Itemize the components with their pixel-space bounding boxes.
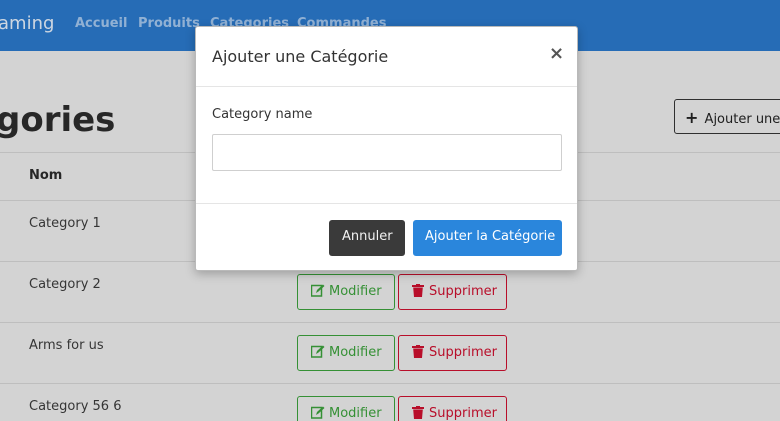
modal-title: Ajouter une Catégorie bbox=[212, 47, 389, 66]
cancel-button[interactable]: Annuler bbox=[329, 220, 405, 256]
category-name-label: Category name bbox=[212, 107, 313, 122]
modal-header: Ajouter une Catégorie × bbox=[196, 27, 577, 87]
modal-footer-divider bbox=[196, 203, 577, 204]
add-category-modal: Ajouter une Catégorie × Category name An… bbox=[195, 26, 578, 271]
close-icon[interactable]: × bbox=[549, 43, 564, 64]
category-name-input[interactable] bbox=[212, 134, 562, 171]
add-category-submit-button[interactable]: Ajouter la Catégorie bbox=[413, 220, 562, 256]
